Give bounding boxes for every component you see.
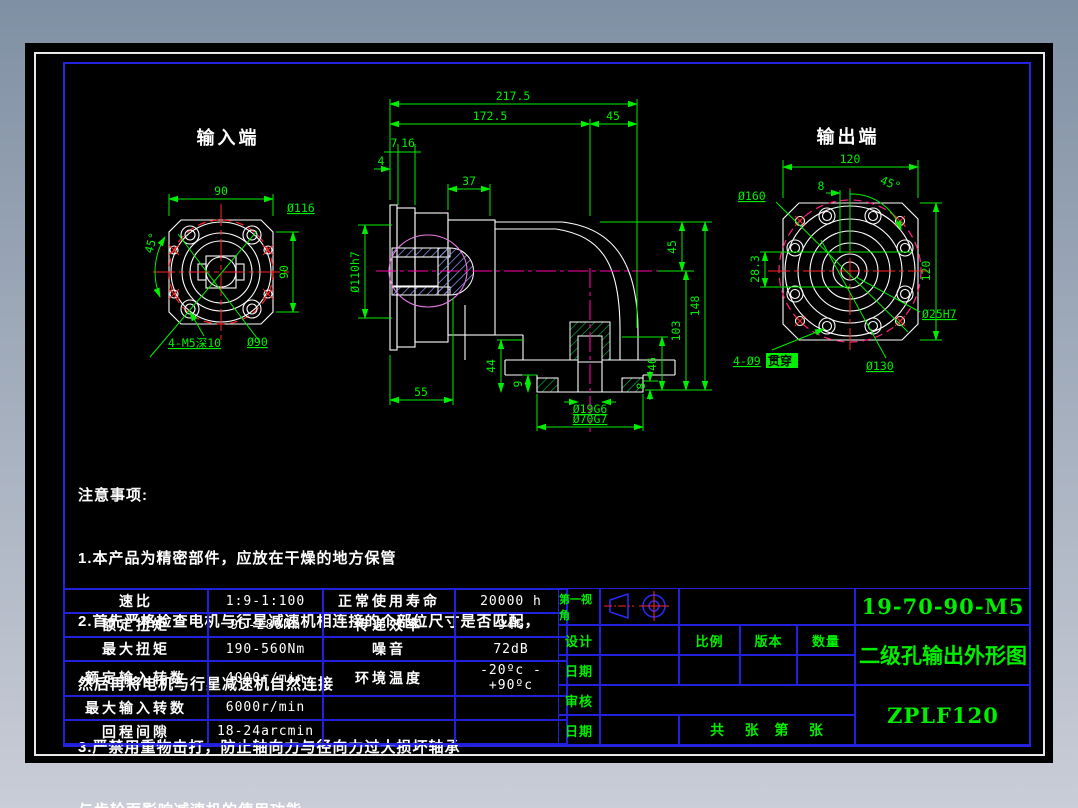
spec-label: 速比 — [64, 589, 208, 613]
table-row: 额定扭矩 95-280Nm 传递效率 94% — [64, 613, 567, 637]
title-block: 第一视角 设计 比例 版本 数量 日期 审核 日期 共 — [558, 588, 1031, 745]
drawing-title: 二级孔输出外形图 — [855, 625, 1031, 685]
sheets-cell: 共 张 第 张 — [679, 715, 855, 745]
spec-table: 速比 1:9-1:100 正常使用寿命 20000 h 额定扭矩 95-280N… — [63, 588, 568, 745]
model-code: 19-70-90-M5 — [855, 588, 1031, 625]
projection-symbol-cell — [600, 588, 679, 625]
quantity-label: 数量 — [797, 625, 855, 655]
spec-value — [455, 696, 567, 720]
table-row: 最大输入转数 6000r/min — [64, 696, 567, 720]
table-row: 最大扭矩 190-560Nm 噪音 72dB — [64, 637, 567, 661]
check-label: 审核 — [558, 685, 600, 715]
spec-value: 6000r/min — [208, 696, 323, 720]
date-value-cell — [600, 715, 679, 745]
spec-value: 18-24arcmin — [208, 720, 323, 744]
scale-value-cell — [679, 655, 740, 685]
scale-label: 比例 — [679, 625, 740, 655]
version-value-cell — [740, 655, 797, 685]
spec-value: 4000r/min — [208, 661, 323, 696]
spec-label: 噪音 — [323, 637, 455, 661]
cad-viewer-screen: 输入端 — [0, 0, 1078, 808]
design-value-cell — [600, 625, 679, 655]
spec-label: 传递效率 — [323, 613, 455, 637]
first-angle-label: 第一视角 — [558, 588, 600, 625]
version-label: 版本 — [740, 625, 797, 655]
check-value-cell — [600, 685, 855, 715]
first-angle-projection-icon — [602, 590, 677, 623]
spec-label: 最大扭矩 — [64, 637, 208, 661]
spec-label: 额定输入转数 — [64, 661, 208, 696]
table-row: 额定输入转数 4000r/min 环境温度 -20ºc - +90ºc — [64, 661, 567, 696]
spec-label: 回程间隙 — [64, 720, 208, 744]
date-value-cell — [600, 655, 679, 685]
spec-label: 环境温度 — [323, 661, 455, 696]
spec-label: 正常使用寿命 — [323, 589, 455, 613]
notes-line: 1.本产品为精密部件，应放在干燥的地方保管 — [78, 548, 541, 569]
spec-label: 额定扭矩 — [64, 613, 208, 637]
spec-value: 20000 h — [455, 589, 567, 613]
product-model: ZPLF120 — [855, 685, 1031, 745]
spec-label — [323, 720, 455, 744]
spec-value: 95-280Nm — [208, 613, 323, 637]
spec-value: 1:9-1:100 — [208, 589, 323, 613]
quantity-value-cell — [797, 655, 855, 685]
table-row: 回程间隙 18-24arcmin — [64, 720, 567, 744]
spec-value: 94% — [455, 613, 567, 637]
spec-value: -20ºc - +90ºc — [455, 661, 567, 696]
date-label: 日期 — [558, 655, 600, 685]
spec-value — [455, 720, 567, 744]
title-block-empty-cell — [679, 588, 855, 625]
table-row: 速比 1:9-1:100 正常使用寿命 20000 h — [64, 589, 567, 613]
spec-value: 190-560Nm — [208, 637, 323, 661]
notes-line: 与齿轮而影响减速机的使用功能 — [78, 800, 541, 808]
spec-label: 最大输入转数 — [64, 696, 208, 720]
spec-label — [323, 696, 455, 720]
spec-value: 72dB — [455, 637, 567, 661]
notes-title: 注意事项: — [78, 485, 541, 506]
design-label: 设计 — [558, 625, 600, 655]
date-label: 日期 — [558, 715, 600, 745]
